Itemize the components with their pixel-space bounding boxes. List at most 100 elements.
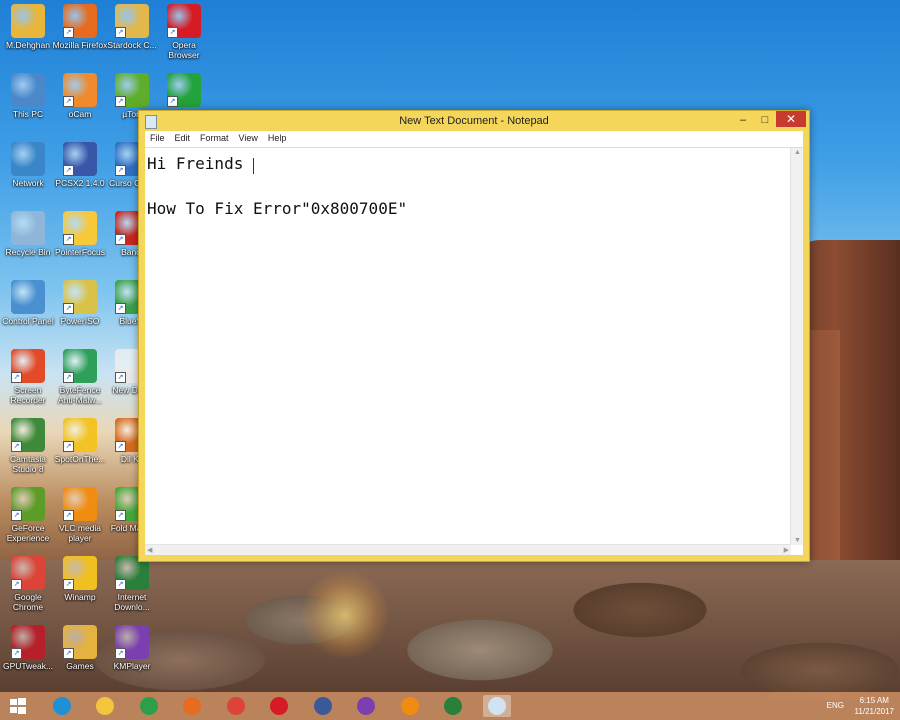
scroll-right-arrow-icon[interactable]: ▶: [784, 546, 789, 554]
shortcut-arrow-icon: ↗: [63, 165, 74, 176]
app-icon: [11, 211, 45, 245]
visual-studio-icon: [357, 697, 375, 715]
taskbar-internet-download-manager-button[interactable]: [439, 695, 467, 717]
start-icon: [9, 697, 27, 715]
desktop-icon[interactable]: M.Dehghan: [0, 4, 56, 50]
wallpaper-sunflare: [300, 570, 390, 660]
desktop-icon[interactable]: ↗ oCam: [52, 73, 108, 119]
app-icon: ↗: [11, 556, 45, 590]
desktop-icon[interactable]: ↗ Winamp: [52, 556, 108, 602]
desktop-icon-label: Network: [12, 178, 44, 188]
opera-icon: [270, 697, 288, 715]
app-icon: ↗: [11, 625, 45, 659]
desktop-icon[interactable]: Network: [0, 142, 56, 188]
desktop-icon-label: Opera Browser: [168, 40, 200, 60]
scroll-up-arrow-icon[interactable]: ▲: [794, 149, 801, 156]
desktop-icon[interactable]: Recycle Bin: [0, 211, 56, 257]
desktop-icon-label: GPUTweak...: [2, 661, 54, 671]
taskbar-vlc-button[interactable]: [396, 695, 424, 717]
shortcut-arrow-icon: ↗: [115, 579, 126, 590]
desktop-icon[interactable]: ↗: [156, 73, 212, 109]
desktop-icon[interactable]: Control Panel: [0, 280, 56, 326]
vertical-scrollbar[interactable]: ▲ ▼: [790, 148, 803, 545]
shortcut-arrow-icon: ↗: [115, 303, 126, 314]
scroll-left-arrow-icon[interactable]: ◀: [147, 546, 152, 554]
menu-format[interactable]: Format: [195, 131, 234, 145]
horizontal-scrollbar[interactable]: ◀ ▶: [145, 544, 791, 555]
app-icon: ↗: [63, 142, 97, 176]
maximize-button[interactable]: □: [753, 111, 777, 129]
menu-edit[interactable]: Edit: [170, 131, 196, 145]
taskbar-visual-studio-button[interactable]: [352, 695, 380, 717]
taskbar-opera-button[interactable]: [265, 695, 293, 717]
desktop-icon-label: KMPlayer: [113, 661, 151, 671]
app-icon: ↗: [115, 625, 149, 659]
desktop-icon[interactable]: ↗ VLC media player: [52, 487, 108, 543]
app-icon: ↗: [63, 418, 97, 452]
desktop-icon-label: PointerFocus: [54, 247, 106, 257]
menu-help[interactable]: Help: [263, 131, 292, 145]
desktop-icon-label: Mozilla Firefox: [52, 40, 108, 50]
vlc-icon: [400, 697, 419, 715]
taskbar-store-button[interactable]: [135, 695, 163, 717]
desktop-icon[interactable]: ↗ PCSX2 1.4.0: [52, 142, 108, 188]
app-icon: ↗: [11, 487, 45, 521]
taskbar-facebook-button[interactable]: [309, 695, 337, 717]
menu-view[interactable]: View: [234, 131, 263, 145]
firefox-icon: [183, 697, 201, 715]
close-button[interactable]: ✕: [776, 111, 806, 127]
desktop-icon[interactable]: ↗ Internet Downlo...: [104, 556, 160, 612]
facebook-icon: [313, 697, 332, 715]
desktop-icon[interactable]: This PC: [0, 73, 56, 119]
clock[interactable]: 6:15 AM 11/21/2017: [855, 695, 894, 717]
ie-icon: [52, 697, 71, 715]
desktop-icon[interactable]: ↗ SpotOnThe...: [52, 418, 108, 464]
title-bar[interactable]: New Text Document - Notepad – □ ✕: [139, 111, 809, 131]
desktop-icon[interactable]: ↗ Google Chrome: [0, 556, 56, 612]
desktop-icon[interactable]: ↗ ByteFence Anti-Malw...: [52, 349, 108, 405]
desktop-icon-label: Camtasia Studio 8: [10, 454, 46, 474]
desktop-icon-label: Screen Recorder: [10, 385, 46, 405]
desktop-icon[interactable]: ↗ GPUTweak...: [0, 625, 56, 671]
desktop-icon-label: Recycle Bin: [5, 247, 51, 257]
menu-file[interactable]: File: [145, 131, 170, 145]
desktop-icon-label: SpotOnThe...: [54, 454, 106, 464]
desktop-icon[interactable]: ↗ Games: [52, 625, 108, 671]
app-icon: ↗: [63, 4, 97, 38]
desktop-icon[interactable]: ↗ Screen Recorder: [0, 349, 56, 405]
taskbar-chrome-button[interactable]: [222, 695, 250, 717]
text-line: Hi Freinds: [147, 154, 244, 173]
desktop-icon-label: M.Dehghan: [6, 40, 50, 50]
desktop-icon[interactable]: ↗ Stardock C...: [104, 4, 160, 50]
app-icon: ↗: [63, 556, 97, 590]
desktop-icon-label: oCam: [68, 109, 92, 119]
chrome-icon: [226, 697, 245, 715]
desktop-icon[interactable]: ↗ Opera Browser: [156, 4, 212, 60]
scroll-down-arrow-icon[interactable]: ▼: [794, 537, 801, 544]
desktop-icon[interactable]: ↗ PointerFocus: [52, 211, 108, 257]
taskbar-ie-button[interactable]: [48, 695, 76, 717]
notepad-window[interactable]: New Text Document - Notepad – □ ✕ File Ed…: [138, 110, 810, 562]
text-editor[interactable]: Hi Freinds How To Fix Error"0x800700E" ▲…: [145, 147, 803, 555]
desktop-icon[interactable]: ↗ KMPlayer: [104, 625, 160, 671]
clock-time: 6:15 AM: [859, 696, 889, 705]
desktop-icon-label: Google Chrome: [12, 592, 44, 612]
desktop-icon-label: Games: [66, 661, 94, 671]
taskbar-start-button[interactable]: [4, 695, 32, 717]
desktop-icon-label: Winamp: [64, 592, 96, 602]
desktop-icon[interactable]: ↗ Mozilla Firefox: [52, 4, 108, 50]
language-indicator[interactable]: ENG: [827, 701, 844, 710]
notepad-icon: [487, 697, 506, 715]
desktop-icon[interactable]: ↗ GeForce Experience: [0, 487, 56, 543]
taskbar-file-explorer-button[interactable]: [91, 695, 119, 717]
taskbar-firefox-button[interactable]: [178, 695, 206, 717]
shortcut-arrow-icon: ↗: [63, 372, 74, 383]
minimize-button[interactable]: –: [731, 111, 755, 129]
taskbar-notepad-button[interactable]: [482, 695, 511, 717]
desktop-icon[interactable]: ↗ Camtasia Studio 8: [0, 418, 56, 474]
taskbar: ENG 6:15 AM 11/21/2017: [0, 692, 900, 720]
desktop-icon[interactable]: ↗ PowerISO: [52, 280, 108, 326]
app-icon: [11, 142, 45, 176]
text-line: How To Fix Error"0x800700E": [147, 199, 408, 218]
internet-download-manager-icon: [444, 697, 462, 715]
